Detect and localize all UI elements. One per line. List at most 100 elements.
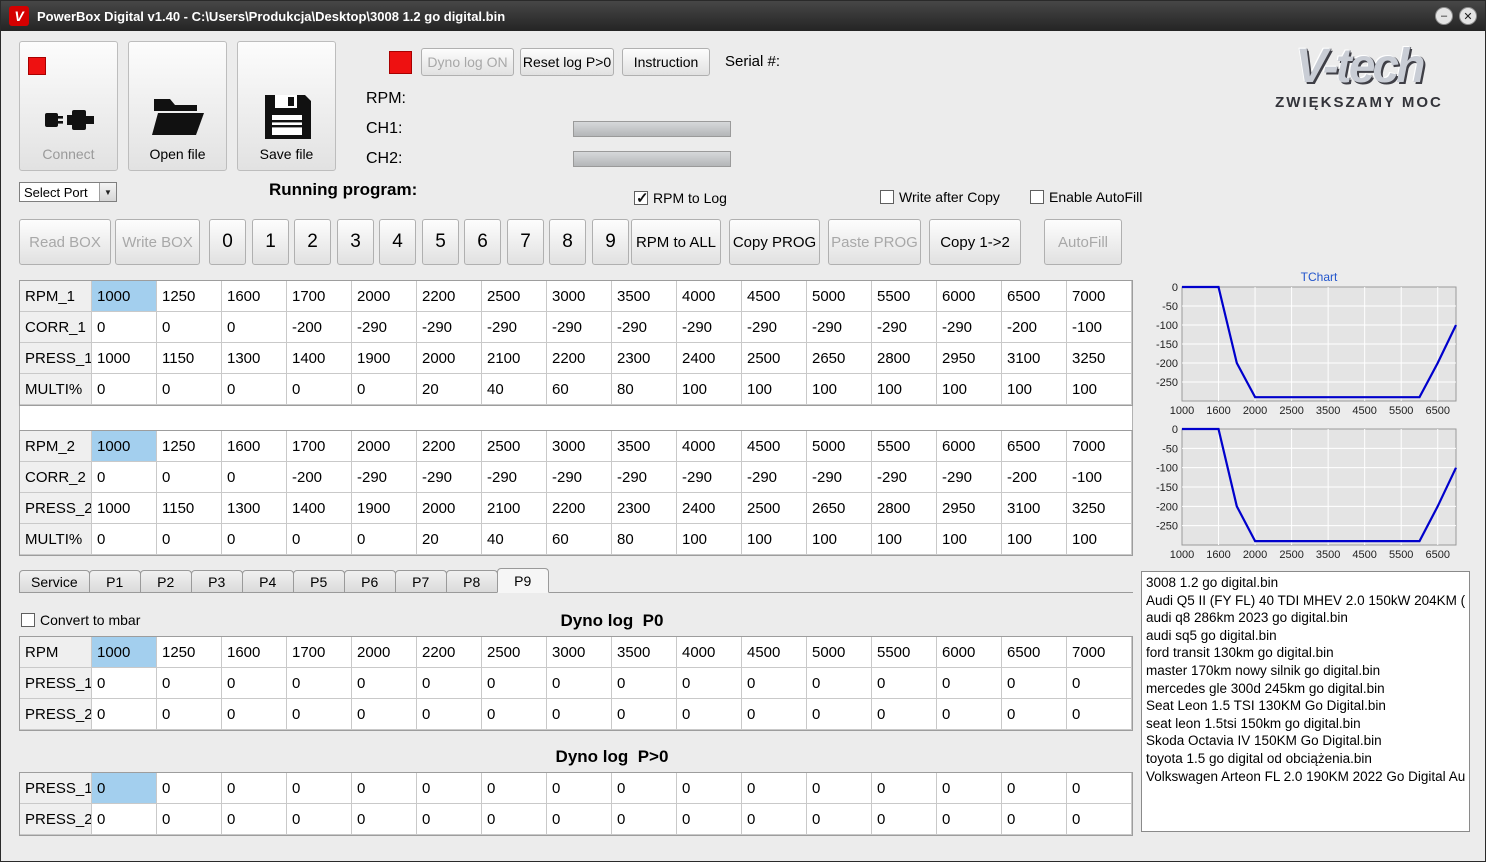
table-cell[interactable]: 0 [872,804,937,835]
table-cell[interactable]: 3250 [1067,343,1132,374]
table-cell[interactable]: 0 [417,699,482,730]
table-cell[interactable]: -290 [417,462,482,493]
table-cell[interactable]: 2500 [742,343,807,374]
table-cell[interactable]: 100 [1067,374,1132,405]
table-cell[interactable]: 1000 [92,493,157,524]
table-cell[interactable]: -200 [1002,462,1067,493]
table-cell[interactable]: 1000 [92,637,157,668]
file-list-item[interactable]: Audi Q5 II (FY FL) 40 TDI MHEV 2.0 150kW… [1146,592,1465,610]
write-box-button[interactable]: Write BOX [115,219,200,265]
table-cell[interactable]: 2500 [482,637,547,668]
table-cell[interactable]: 1900 [352,343,417,374]
table-cell[interactable]: 1250 [157,637,222,668]
table-cell[interactable]: 2400 [677,493,742,524]
table-cell[interactable]: 0 [352,524,417,555]
table-cell[interactable]: 2100 [482,493,547,524]
table-cell[interactable]: 0 [287,668,352,699]
table-cell[interactable]: 0 [612,668,677,699]
table-cell[interactable]: 60 [547,524,612,555]
table-cell[interactable]: -290 [937,462,1002,493]
table-cell[interactable]: 0 [677,804,742,835]
table-cell[interactable]: -290 [482,462,547,493]
table-cell[interactable]: 0 [92,804,157,835]
table-cell[interactable]: 0 [872,668,937,699]
open-file-button[interactable]: Open file [128,41,227,171]
table-cell[interactable]: 2200 [417,431,482,462]
table-cell[interactable]: -100 [1067,312,1132,343]
table-cell[interactable]: 0 [222,374,287,405]
table-cell[interactable]: 2400 [677,343,742,374]
save-file-button[interactable]: Save file [237,41,336,171]
table-cell[interactable]: 0 [92,374,157,405]
table-cell[interactable]: 1700 [287,431,352,462]
table-cell[interactable]: 5000 [807,281,872,312]
table-cell[interactable]: 0 [157,462,222,493]
table-cell[interactable]: 0 [287,773,352,804]
table-cell[interactable]: 2000 [417,493,482,524]
tab-p2[interactable]: P2 [139,570,192,592]
table-cell[interactable]: 20 [417,524,482,555]
table-cell[interactable]: 2000 [352,281,417,312]
table-cell[interactable]: 2500 [482,281,547,312]
table-cell[interactable]: 0 [417,668,482,699]
table-cell[interactable]: 0 [352,773,417,804]
table-cell[interactable]: -290 [612,312,677,343]
minimize-button[interactable]: – [1435,7,1453,25]
tab-p1[interactable]: P1 [88,570,141,592]
table-cell[interactable]: 1000 [92,281,157,312]
table-cell[interactable]: 5500 [872,431,937,462]
table-cell[interactable]: 80 [612,524,677,555]
table-cell[interactable]: 0 [547,804,612,835]
table-cell[interactable]: 4000 [677,431,742,462]
table-cell[interactable]: 7000 [1067,281,1132,312]
table-cell[interactable]: 6000 [937,431,1002,462]
tab-p9[interactable]: P9 [496,568,549,593]
tab-p6[interactable]: P6 [343,570,396,592]
table-cell[interactable]: 1300 [222,493,287,524]
table-cell[interactable]: 0 [222,668,287,699]
table-cell[interactable]: 0 [222,524,287,555]
table-cell[interactable]: 5000 [807,637,872,668]
table-cell[interactable]: 2200 [547,493,612,524]
table-cell[interactable]: 0 [937,804,1002,835]
table-cell[interactable]: 0 [352,804,417,835]
table-cell[interactable]: 0 [222,699,287,730]
table-cell[interactable]: 7000 [1067,637,1132,668]
table-cell[interactable]: 0 [92,524,157,555]
table-cell[interactable]: 2650 [807,493,872,524]
table-cell[interactable]: -290 [417,312,482,343]
table-cell[interactable]: 0 [547,699,612,730]
table-cell[interactable]: 6500 [1002,637,1067,668]
file-list-item[interactable]: 3008 1.2 go digital.bin [1146,574,1465,592]
read-box-button[interactable]: Read BOX [19,219,111,265]
table-cell[interactable]: 100 [872,524,937,555]
table-cell[interactable]: 0 [287,374,352,405]
digit-button-1[interactable]: 1 [252,219,289,265]
table-cell[interactable]: 1700 [287,637,352,668]
table-cell[interactable]: 0 [742,699,807,730]
table-cell[interactable]: 0 [872,699,937,730]
tab-p5[interactable]: P5 [292,570,345,592]
table-cell[interactable]: 0 [92,462,157,493]
digit-button-5[interactable]: 5 [422,219,459,265]
table-cell[interactable]: 5500 [872,281,937,312]
table-cell[interactable]: 1600 [222,637,287,668]
tab-p4[interactable]: P4 [241,570,294,592]
table-cell[interactable]: 0 [1002,699,1067,730]
table-cell[interactable]: 0 [157,668,222,699]
table-cell[interactable]: -100 [1067,462,1132,493]
table-cell[interactable]: -290 [872,312,937,343]
table-cell[interactable]: 0 [807,668,872,699]
table-cell[interactable]: 0 [222,804,287,835]
table-cell[interactable]: -200 [287,312,352,343]
table-cell[interactable]: 4000 [677,637,742,668]
instruction-button[interactable]: Instruction [622,48,710,76]
rpm-to-log-checkbox[interactable]: RPM to Log [634,189,727,207]
table-cell[interactable]: 1700 [287,281,352,312]
table-cell[interactable]: 0 [287,699,352,730]
close-button[interactable]: ✕ [1459,7,1477,25]
table-cell[interactable]: -290 [872,462,937,493]
table-cell[interactable]: 1300 [222,343,287,374]
table-cell[interactable]: 2300 [612,343,677,374]
table-cell[interactable]: 100 [742,524,807,555]
